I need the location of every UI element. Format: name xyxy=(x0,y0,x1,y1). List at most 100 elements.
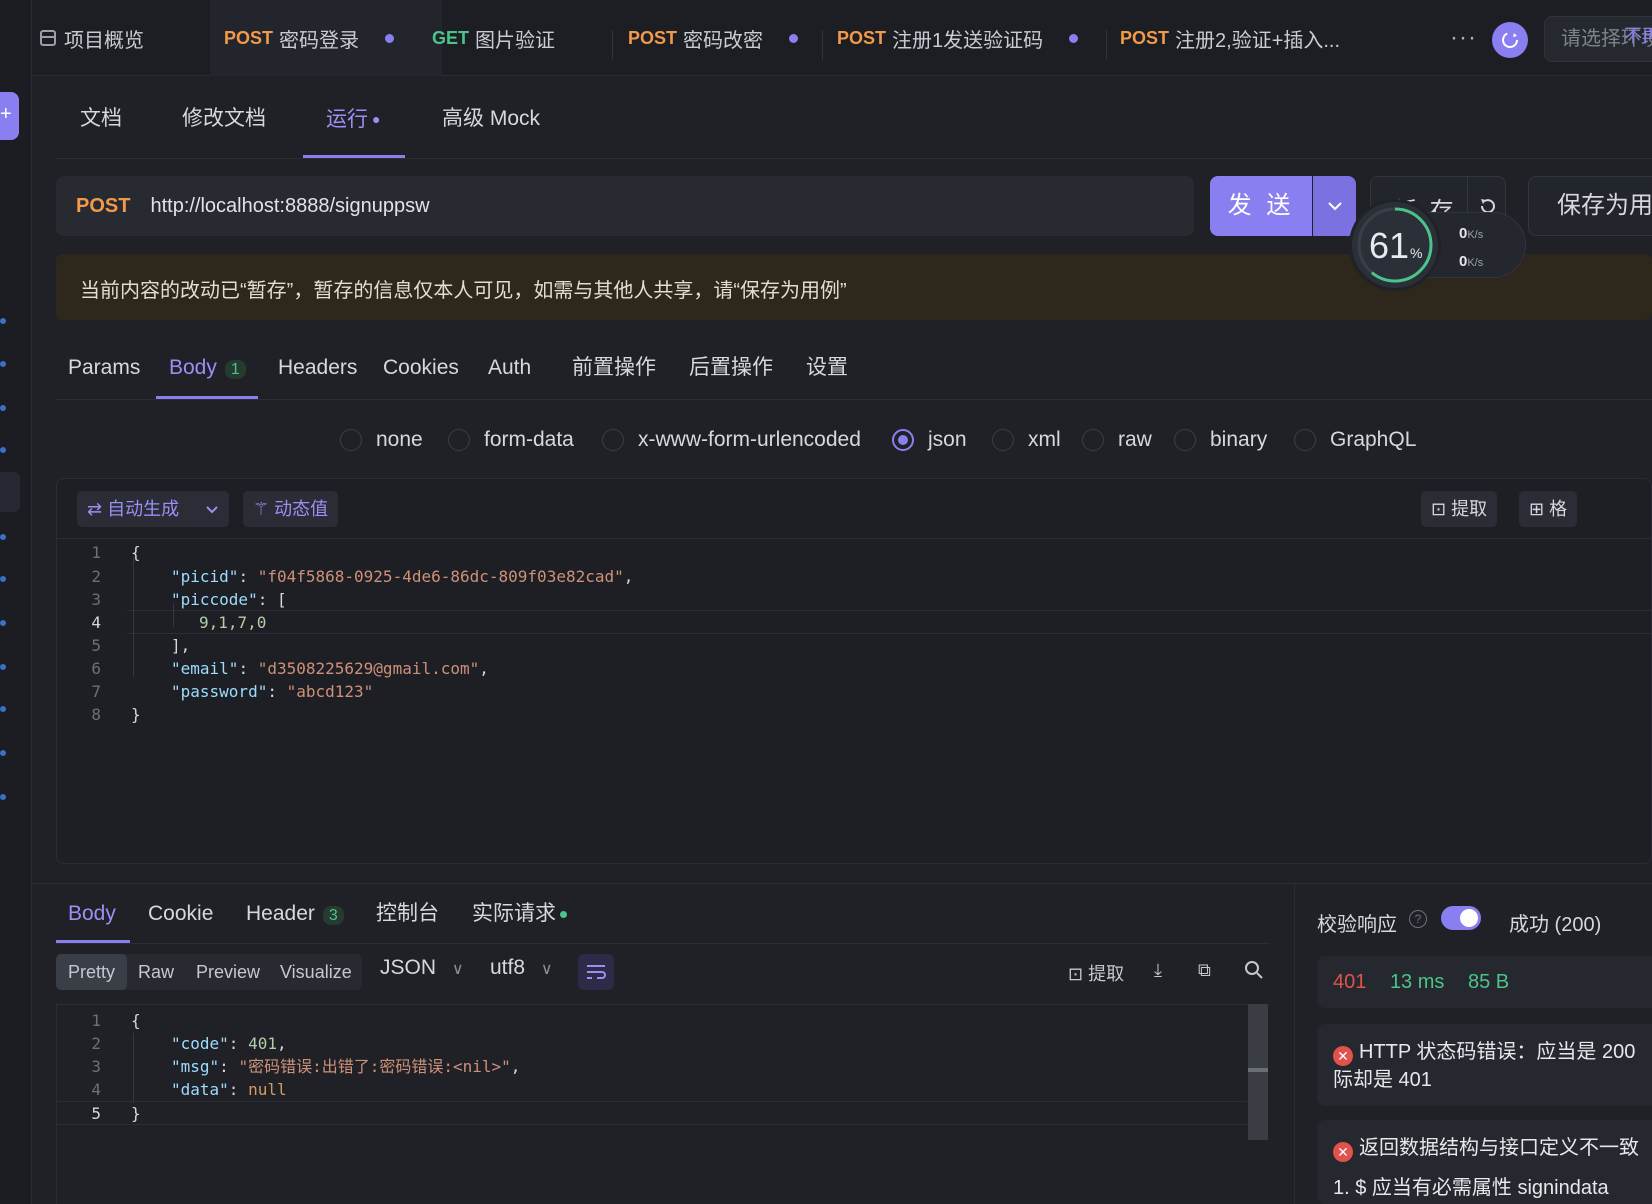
tab-response-body[interactable]: Body xyxy=(68,884,116,946)
dont-show-again-link[interactable]: 不再 xyxy=(1624,22,1652,48)
method-select[interactable]: POST xyxy=(76,195,130,218)
send-dropdown[interactable] xyxy=(1313,176,1356,236)
tab-edit-docs[interactable]: 修改文档 xyxy=(182,82,266,158)
tab-settings[interactable]: 设置 xyxy=(806,338,848,400)
tab-post-operations[interactable]: 后置操作 xyxy=(689,338,773,400)
error-icon: ✕ xyxy=(1333,1142,1353,1162)
rail-dot xyxy=(0,620,6,626)
chevron-down-icon xyxy=(1327,202,1342,211)
copy-icon[interactable]: ⧉ xyxy=(1198,960,1211,981)
response-size: 85 B xyxy=(1467,971,1510,993)
tab-name: 密码改密 xyxy=(683,29,764,52)
extract-button[interactable]: ⊡ 提取 xyxy=(1421,491,1498,527)
tab-separator xyxy=(822,30,823,60)
body-type-binary[interactable]: binary xyxy=(1174,420,1267,460)
rail-dot xyxy=(0,706,6,712)
tab-cookies[interactable]: Cookies xyxy=(383,338,459,400)
request-body-editor[interactable]: ⇄ 自动生成 ⚚ 动态值 ⊡ 提取 ⊞ 格 1{ 2 "picid": "f04f… xyxy=(56,478,1652,864)
body-type-graphql[interactable]: GraphQL xyxy=(1294,420,1416,460)
response-body-viewer[interactable]: 1{ 2 "code": 401, 3 "msg": "密码错误:出错了:密码错误:… xyxy=(56,1004,1270,1204)
download-icon[interactable]: ⤓ xyxy=(1154,960,1162,981)
scrollbar-thumb[interactable] xyxy=(1248,1068,1268,1072)
tab-api-4[interactable]: POST 注册1发送验证码 xyxy=(837,0,1079,76)
upload-speed: 0K/s xyxy=(1459,225,1484,242)
view-mode-raw[interactable]: Raw xyxy=(138,954,174,990)
save-as-case-button[interactable]: 保存为用例 xyxy=(1528,176,1652,236)
tab-advanced-mock[interactable]: 高级 Mock xyxy=(442,82,540,158)
validation-toggle[interactable] xyxy=(1441,906,1481,930)
view-mode-pretty[interactable]: Pretty xyxy=(56,954,128,990)
send-button[interactable]: 发 送 xyxy=(1210,176,1312,236)
add-icon[interactable]: + xyxy=(0,92,19,140)
help-icon[interactable]: ? xyxy=(1409,910,1427,928)
network-speed-widget[interactable]: ▲ 0K/s ▼ 0K/s 61% xyxy=(1352,202,1528,290)
tab-headers[interactable]: Headers xyxy=(278,338,357,400)
tab-pre-operations[interactable]: 前置操作 xyxy=(572,338,656,400)
unsaved-dot xyxy=(385,33,395,43)
tab-run[interactable]: 运行 ● xyxy=(326,82,380,158)
more-tabs-icon[interactable]: ··· xyxy=(1450,24,1477,52)
tab-docs[interactable]: 文档 xyxy=(80,82,122,158)
tab-api-3[interactable]: POST 密码改密 xyxy=(628,0,799,76)
tab-project-overview[interactable]: 项目概览 xyxy=(40,0,144,76)
tab-api-1[interactable]: POST 密码登录 xyxy=(210,0,442,76)
method-label: GET xyxy=(432,27,470,48)
layout-icon xyxy=(40,30,56,46)
tab-response-cookie[interactable]: Cookie xyxy=(148,884,213,946)
format-button[interactable]: ⊞ 格 xyxy=(1519,491,1578,527)
tab-auth[interactable]: Auth xyxy=(488,338,531,400)
dynamic-value-button[interactable]: ⚚ 动态值 xyxy=(243,491,339,527)
url-input[interactable] xyxy=(150,194,1051,218)
body-type-raw[interactable]: raw xyxy=(1082,420,1152,460)
sync-icon[interactable] xyxy=(1492,22,1528,58)
tab-actual-request[interactable]: 实际请求 xyxy=(472,884,567,946)
auto-generate-dropdown[interactable] xyxy=(197,491,229,527)
tab-console[interactable]: 控制台 xyxy=(376,884,439,946)
memory-gauge: 61% xyxy=(1352,202,1438,288)
response-extract-button[interactable]: ⊡ 提取 xyxy=(1068,960,1124,986)
body-type-urlencoded[interactable]: x-www-form-urlencoded xyxy=(602,420,861,460)
body-type-json[interactable]: json xyxy=(892,420,967,460)
body-type-xml[interactable]: xml xyxy=(992,420,1061,460)
status-dot xyxy=(560,910,567,918)
tab-name: 密码登录 xyxy=(279,29,360,52)
view-mode-visualize[interactable]: Visualize xyxy=(280,954,352,990)
method-label: POST xyxy=(1120,27,1170,48)
radio xyxy=(1294,429,1316,451)
format-icon: ⊞ xyxy=(1529,499,1545,519)
tab-params[interactable]: Params xyxy=(68,338,140,400)
radio xyxy=(448,429,470,451)
chevron-down-icon xyxy=(206,506,218,514)
expected-status-select[interactable]: 成功 (200) xyxy=(1509,908,1601,937)
tab-body[interactable]: Body 1 xyxy=(169,338,246,400)
word-wrap-button[interactable] xyxy=(578,954,614,990)
encoding-select[interactable]: utf8 ∨ xyxy=(490,956,553,980)
unsaved-dot: ● xyxy=(372,111,381,127)
body-type-none[interactable]: none xyxy=(340,420,423,460)
chevron-down-icon: ∨ xyxy=(540,961,553,978)
body-type-form-data[interactable]: form-data xyxy=(448,420,574,460)
divider xyxy=(56,158,1652,159)
indent-guide xyxy=(133,557,134,677)
tab-name: 注册2,验证+插入... xyxy=(1175,29,1341,52)
tab-response-header[interactable]: Header 3 xyxy=(246,884,344,946)
method-label: POST xyxy=(837,27,887,48)
unsaved-dot xyxy=(789,33,799,43)
radio xyxy=(992,429,1014,451)
extract-icon: ⊡ xyxy=(1068,964,1084,984)
radio xyxy=(1174,429,1196,451)
left-rail: + xyxy=(0,0,32,1204)
rail-dot xyxy=(0,534,6,540)
view-mode-preview[interactable]: Preview xyxy=(196,954,260,990)
rail-dot xyxy=(0,750,6,756)
tab-api-5[interactable]: POST 注册2,验证+插入... xyxy=(1120,0,1340,76)
rail-dot xyxy=(0,405,6,411)
wrap-icon xyxy=(587,965,606,979)
scrollbar[interactable] xyxy=(1248,1004,1268,1140)
search-icon[interactable] xyxy=(1244,960,1264,985)
tab-api-2[interactable]: GET 图片验证 xyxy=(432,0,555,76)
format-select[interactable]: JSON ∨ xyxy=(380,956,464,980)
rail-dot xyxy=(0,361,6,367)
response-time: 13 ms xyxy=(1389,971,1445,993)
rail-selected-item[interactable] xyxy=(0,472,20,512)
